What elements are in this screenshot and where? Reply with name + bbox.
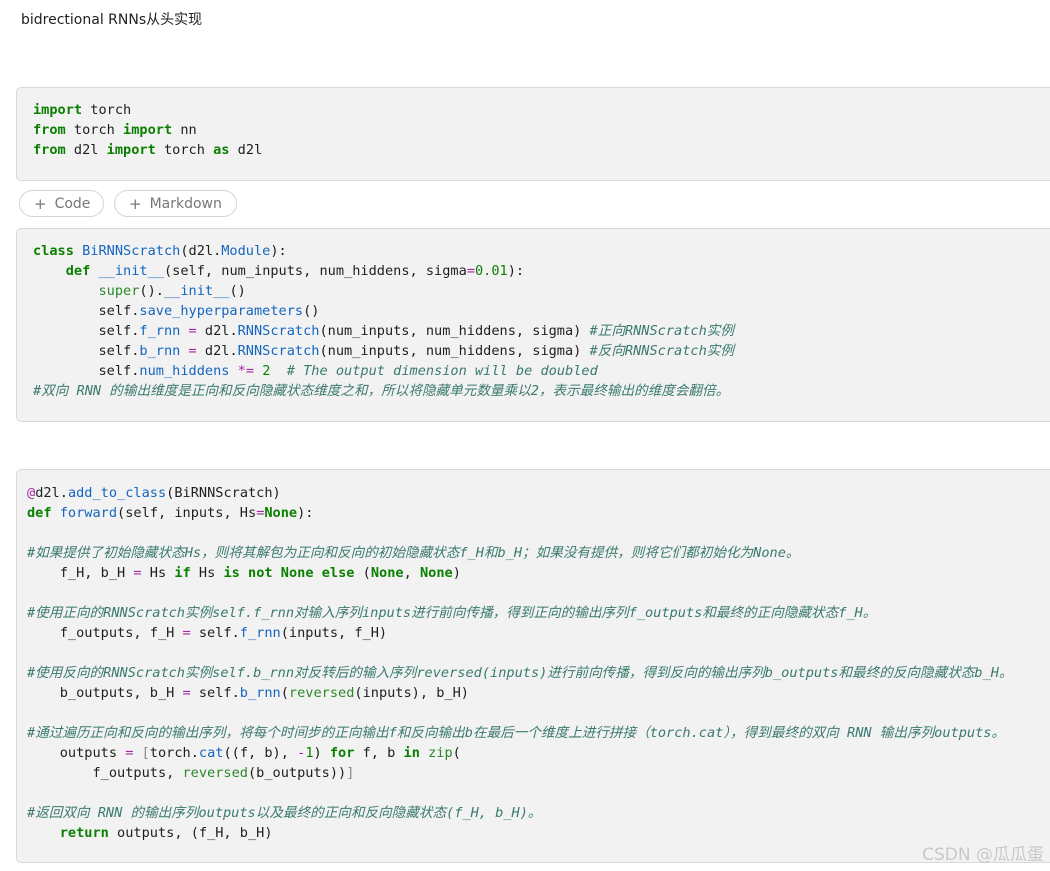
- plus-icon: +: [129, 194, 142, 213]
- add-code-cell-button[interactable]: + Code: [19, 190, 104, 217]
- code-editor[interactable]: import torch from torch import nn from d…: [33, 100, 262, 160]
- csdn-watermark: CSDN @瓜瓜蛋: [922, 845, 1044, 865]
- add-markdown-label: Markdown: [149, 195, 222, 212]
- code-cell-forward[interactable]: @d2l.add_to_class(BiRNNScratch) def forw…: [16, 469, 1050, 863]
- markdown-heading: bidrectional RNNs从头实现: [21, 12, 203, 28]
- code-editor[interactable]: class BiRNNScratch(d2l.Module): def __in…: [33, 241, 734, 401]
- code-cell-class-definition[interactable]: class BiRNNScratch(d2l.Module): def __in…: [16, 228, 1050, 422]
- add-markdown-cell-button[interactable]: + Markdown: [114, 190, 237, 217]
- code-cell-imports[interactable]: import torch from torch import nn from d…: [16, 87, 1050, 181]
- add-code-label: Code: [54, 195, 91, 212]
- code-editor[interactable]: @d2l.add_to_class(BiRNNScratch) def forw…: [27, 483, 1013, 843]
- plus-icon: +: [34, 194, 47, 213]
